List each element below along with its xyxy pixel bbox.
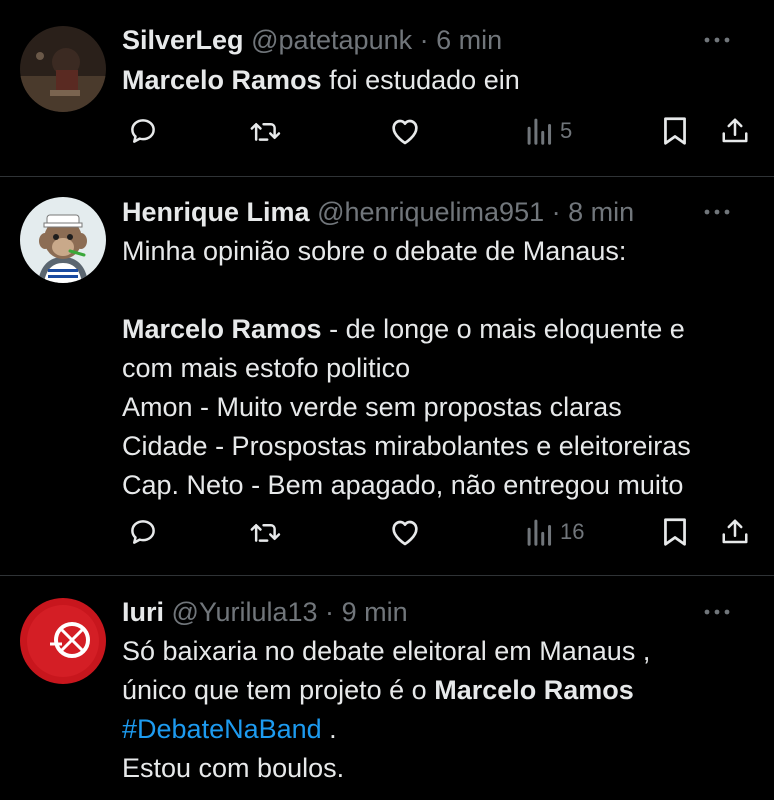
share-button[interactable] — [720, 111, 750, 151]
heart-icon — [392, 520, 418, 546]
timestamp[interactable]: 6 min — [436, 25, 502, 55]
user-handle[interactable]: @henriquelima951 — [317, 197, 544, 227]
views-button[interactable]: 16 — [526, 512, 584, 552]
bookmark-icon — [664, 518, 686, 546]
tweet-header: Henrique Lima @henriquelima951 · 8 min — [122, 194, 754, 230]
mention-bold: Marcelo Ramos — [122, 314, 322, 344]
avatar[interactable] — [20, 26, 106, 112]
display-name[interactable]: SilverLeg — [122, 25, 244, 55]
text-segment: único que tem projeto é o — [122, 675, 435, 705]
views-icon — [527, 118, 552, 145]
views-count: 5 — [560, 118, 573, 143]
text-line: Cap. Neto - Bem apagado, não entregou mu… — [122, 470, 684, 500]
avatar[interactable] — [20, 197, 106, 283]
tweet-text: Minha opinião sobre o debate de Manaus: … — [122, 232, 758, 505]
bookmark-icon — [664, 117, 686, 145]
more-icon[interactable] — [702, 194, 732, 230]
bookmark-button[interactable] — [662, 111, 688, 151]
timestamp[interactable]: 9 min — [342, 597, 408, 627]
tweet-2[interactable]: Henrique Lima @henriquelima951 · 8 min M… — [0, 177, 774, 574]
text-line: Amon - Muito verde sem propostas claras — [122, 392, 622, 422]
separator: · — [551, 197, 561, 227]
display-name[interactable]: Iuri — [122, 597, 164, 627]
avatar-image — [20, 598, 106, 684]
views-icon — [527, 519, 552, 546]
separator: · — [419, 25, 429, 55]
text-line: Minha opinião sobre o debate de Manaus: — [122, 236, 627, 266]
user-handle[interactable]: @Yurilula13 — [172, 597, 318, 627]
views-count: 16 — [560, 519, 585, 544]
text-segment: foi estudado ein — [321, 65, 520, 95]
retweet-icon — [250, 123, 281, 141]
text-line: Cidade - Prospostas mirabolantes e eleit… — [122, 431, 691, 461]
avatar-image — [20, 197, 106, 283]
more-icon[interactable] — [702, 22, 732, 58]
avatar-image — [20, 26, 106, 112]
separator: · — [325, 597, 335, 627]
views-button[interactable]: 5 — [526, 111, 572, 151]
mention-bold: Marcelo Ramos — [122, 65, 322, 95]
tweet-actions: 5 — [0, 111, 774, 151]
heart-icon — [392, 119, 418, 145]
tweet-3[interactable]: Iuri @Yurilula13 · 9 min Só baixaria no … — [0, 576, 774, 800]
reply-button[interactable] — [128, 111, 158, 151]
tweet-header: Iuri @Yurilula13 · 9 min — [122, 594, 754, 630]
text-segment: - de longe o mais eloquente e — [321, 314, 685, 344]
retweet-button[interactable] — [250, 111, 282, 151]
text-line: Estou com boulos. — [122, 753, 345, 783]
text-line: com mais estofo politico — [122, 353, 411, 383]
tweet-text: Marcelo Ramos foi estudado ein — [122, 61, 758, 100]
text-line: Só baixaria no debate eleitoral em Manau… — [122, 636, 651, 666]
retweet-icon — [250, 524, 281, 542]
timestamp[interactable]: 8 min — [568, 197, 634, 227]
avatar[interactable] — [20, 598, 106, 684]
like-button[interactable] — [389, 512, 421, 552]
mention-bold: Marcelo Ramos — [434, 675, 634, 705]
reply-button[interactable] — [128, 512, 158, 552]
reply-icon — [131, 119, 155, 143]
text-segment: . — [321, 714, 337, 744]
reply-icon — [131, 520, 155, 544]
share-icon — [722, 118, 748, 143]
like-button[interactable] — [389, 111, 421, 151]
hashtag-link[interactable]: #DebateNaBand — [122, 714, 322, 744]
tweet-actions: 16 — [0, 512, 774, 552]
bookmark-button[interactable] — [662, 512, 688, 552]
retweet-button[interactable] — [250, 512, 282, 552]
share-button[interactable] — [720, 512, 750, 552]
share-icon — [722, 519, 748, 544]
tweet-text: Só baixaria no debate eleitoral em Manau… — [122, 632, 758, 788]
tweet-header: SilverLeg @patetapunk · 6 min — [122, 22, 754, 58]
more-icon[interactable] — [702, 594, 732, 630]
user-handle[interactable]: @patetapunk — [251, 25, 412, 55]
tweet-1[interactable]: SilverLeg @patetapunk · 6 min Marcelo Ra… — [0, 0, 774, 176]
display-name[interactable]: Henrique Lima — [122, 197, 310, 227]
